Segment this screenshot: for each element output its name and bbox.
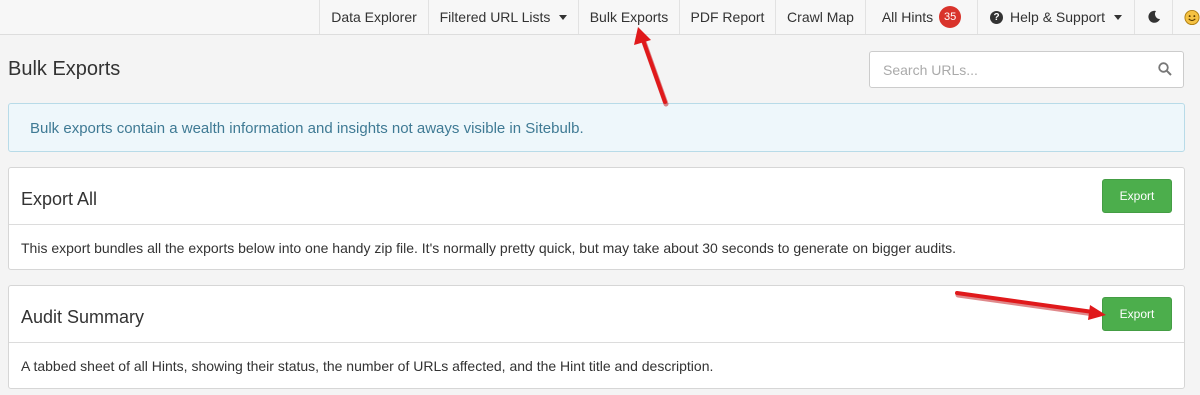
nav-crawl-map[interactable]: Crawl Map <box>775 0 865 34</box>
panel-title: Export All <box>21 189 98 209</box>
nav-crawl-map-label: Crawl Map <box>787 9 854 25</box>
nav-data-explorer[interactable]: Data Explorer <box>319 0 428 34</box>
panel-title: Audit Summary <box>21 307 145 327</box>
page-title: Bulk Exports <box>8 58 121 80</box>
nav-filtered-url-lists-label: Filtered URL Lists <box>439 9 551 25</box>
audit-summary-export-button[interactable]: Export <box>1102 297 1172 331</box>
search-box <box>869 51 1184 88</box>
export-all-panel: Export All Export This export bundles al… <box>8 167 1185 270</box>
nav-all-hints[interactable]: All Hints 35 <box>865 0 977 34</box>
panel-header: Export All Export <box>9 168 1184 225</box>
question-circle-icon: ? <box>990 10 1004 24</box>
chevron-down-icon <box>559 14 568 20</box>
top-navigation-bar: Data Explorer Filtered URL Lists Bulk Ex… <box>0 0 1200 35</box>
moon-icon <box>1147 10 1160 23</box>
nav-pdf-report[interactable]: PDF Report <box>679 0 775 34</box>
nav-pdf-report-label: PDF Report <box>690 9 765 25</box>
chevron-down-icon <box>1113 14 1122 20</box>
panel-description: A tabbed sheet of all Hints, showing the… <box>21 358 714 374</box>
nav-help-support-label: Help & Support <box>1010 9 1105 25</box>
hints-count-badge: 35 <box>939 6 962 28</box>
export-all-button[interactable]: Export <box>1102 179 1172 213</box>
theme-toggle-button[interactable] <box>1134 0 1172 34</box>
nav-data-explorer-label: Data Explorer <box>331 9 417 25</box>
nav-all-hints-label: All Hints <box>881 9 934 25</box>
annotation-arrow-to-bulk-exports <box>634 27 669 107</box>
nav-filtered-url-lists[interactable]: Filtered URL Lists <box>428 0 578 34</box>
audit-summary-panel: Audit Summary Export A tabbed sheet of a… <box>8 285 1185 389</box>
smiley-face-icon <box>1184 9 1200 25</box>
nav-bulk-exports-label: Bulk Exports <box>589 9 669 25</box>
panel-header: Audit Summary Export <box>9 286 1184 343</box>
info-alert: Bulk exports contain a wealth informatio… <box>8 103 1185 152</box>
info-alert-text: Bulk exports contain a wealth informatio… <box>30 120 584 137</box>
nav-bulk-exports[interactable]: Bulk Exports <box>578 0 679 34</box>
nav-help-support[interactable]: ? Help & Support <box>977 0 1134 34</box>
user-menu[interactable] <box>1172 0 1200 34</box>
search-input[interactable] <box>870 52 1150 87</box>
panel-description: This export bundles all the exports belo… <box>21 240 956 256</box>
search-icon[interactable] <box>1158 62 1172 76</box>
